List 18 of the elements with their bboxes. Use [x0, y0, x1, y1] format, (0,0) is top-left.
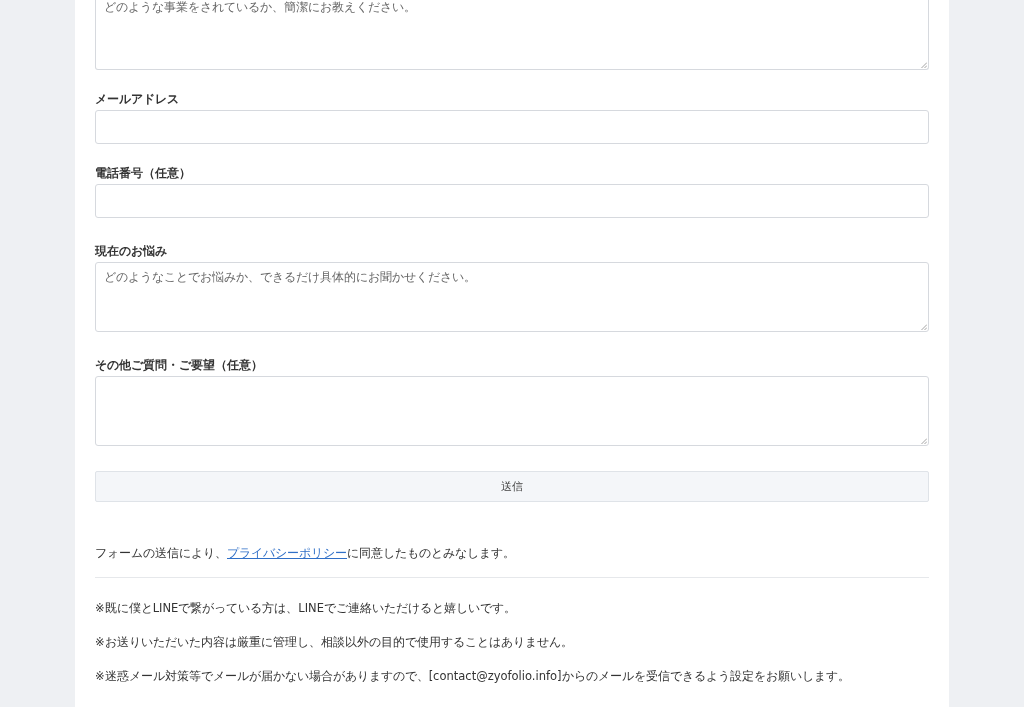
text-area[interactable]: どのようなことでお悩みか、できるだけ具体的にお聞かせください。	[95, 262, 929, 332]
field-label: 電話番号（任意）	[95, 166, 192, 180]
field-label: 現在のお悩み	[95, 244, 168, 258]
text-area[interactable]: どのような事業をされているか、簡潔にお教えください。	[95, 0, 929, 70]
resize-grip-icon[interactable]	[921, 62, 927, 68]
field-label: その他ご質問・ご要望（任意）	[95, 358, 264, 372]
text-field[interactable]	[95, 110, 929, 144]
privacy-policy-link[interactable]: プライバシーポリシー	[227, 546, 347, 560]
note-text: ※迷惑メール対策等でメールが届かない場合がありますので、[contact@zyofolio.info]からのメールを受信できるよう設定をお願いします。	[95, 669, 851, 683]
submit-button[interactable]: 送信	[95, 471, 929, 502]
note-text: ※既に僕とLINEで繋がっている方は、LINEでご連絡いただけると嬉しいです。	[95, 601, 517, 615]
consent-text: フォームの送信により、プライバシーポリシーに同意したものとみなします。	[95, 546, 516, 560]
text-field[interactable]	[95, 184, 929, 218]
field-label: メールアドレス	[95, 92, 180, 106]
resize-grip-icon[interactable]	[921, 438, 927, 444]
text-area[interactable]	[95, 376, 929, 446]
resize-grip-icon[interactable]	[921, 324, 927, 330]
note-text: ※お送りいただいた内容は厳重に管理し、相談以外の目的で使用することはありません。	[95, 635, 574, 649]
